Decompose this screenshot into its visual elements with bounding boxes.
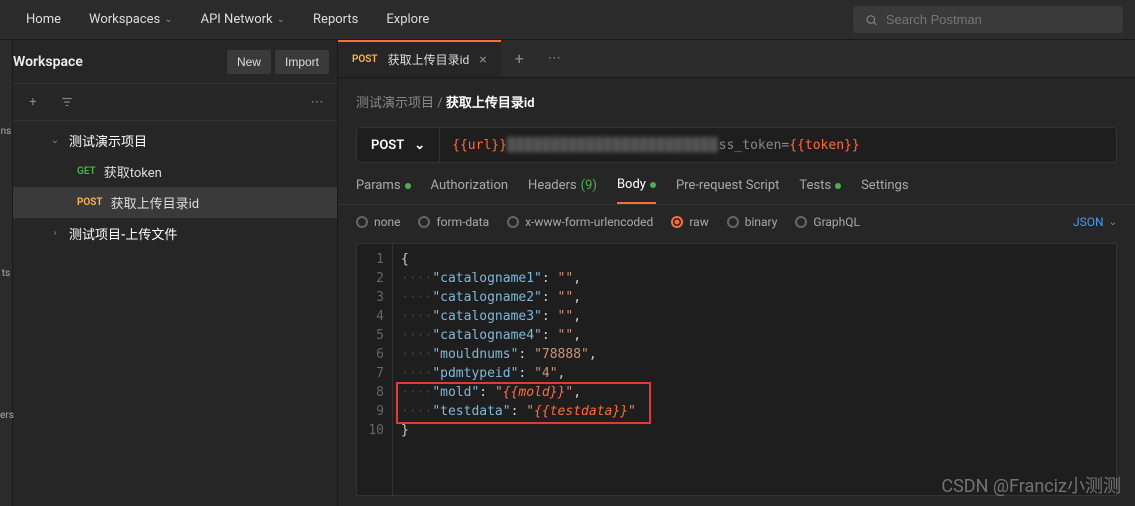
method-badge: POST xyxy=(352,54,378,65)
chevron-right-icon: › xyxy=(49,228,61,239)
tab-settings[interactable]: Settings xyxy=(861,177,908,204)
tab-tests[interactable]: Tests xyxy=(799,177,841,204)
search-input[interactable] xyxy=(886,12,1111,27)
collection-tree: ⌄ 测试演示项目 GET 获取token POST 获取上传目录id › 测试项… xyxy=(13,121,337,506)
chevron-down-icon: ⌄ xyxy=(49,135,61,146)
watermark: CSDN @Franciz小测测 xyxy=(941,472,1121,498)
request-tabs: Params Authorization Headers (9) Body Pr… xyxy=(338,163,1135,205)
search-icon xyxy=(865,13,878,27)
status-dot xyxy=(835,183,841,189)
topbar: Home Workspaces⌄ API Network⌄ Reports Ex… xyxy=(0,0,1135,40)
radio-graphql[interactable]: GraphQL xyxy=(795,215,860,229)
request-item-get[interactable]: GET 获取token xyxy=(13,156,337,187)
nav-explore[interactable]: Explore xyxy=(372,12,443,27)
left-rail: ns ts ers xyxy=(0,40,13,506)
code-editor[interactable]: 12345678910 { ····"catalogname1": "", ··… xyxy=(356,243,1117,496)
tab-headers[interactable]: Headers (9) xyxy=(528,177,597,204)
content: POST 获取上传目录id × + ⋯ 测试演示项目 / 获取上传目录id PO… xyxy=(338,40,1135,506)
radio-urlencoded[interactable]: x-www-form-urlencoded xyxy=(507,215,653,229)
nav-workspaces[interactable]: Workspaces⌄ xyxy=(75,12,187,27)
collection-folder[interactable]: › 测试项目-上传文件 xyxy=(13,218,337,249)
request-label: 获取上传目录id xyxy=(111,193,200,212)
collection-folder[interactable]: ⌄ 测试演示项目 xyxy=(13,125,337,156)
tab-label: 获取上传目录id xyxy=(388,51,470,68)
url-bar: POST ⌄ {{url}}████████████████████████ss… xyxy=(356,127,1117,163)
radio-binary[interactable]: binary xyxy=(727,215,778,229)
search-box[interactable] xyxy=(853,6,1123,33)
request-tab[interactable]: POST 获取上传目录id × xyxy=(338,40,501,77)
radio-raw[interactable]: raw xyxy=(671,215,708,229)
add-icon[interactable]: + xyxy=(21,90,45,114)
nav-reports[interactable]: Reports xyxy=(299,12,372,27)
radio-formdata[interactable]: form-data xyxy=(418,215,489,229)
status-dot xyxy=(405,183,411,189)
request-label: 获取token xyxy=(104,162,162,181)
tab-prerequest[interactable]: Pre-request Script xyxy=(676,177,779,204)
chevron-down-icon: ⌄ xyxy=(164,14,172,25)
new-button[interactable]: New xyxy=(227,50,271,74)
breadcrumb-parent[interactable]: 测试演示项目 xyxy=(356,96,434,111)
line-gutter: 12345678910 xyxy=(357,244,393,495)
method-badge: POST xyxy=(77,197,103,208)
tab-params[interactable]: Params xyxy=(356,177,411,204)
chevron-down-icon: ⌄ xyxy=(1109,217,1117,228)
close-icon[interactable]: × xyxy=(479,52,486,68)
more-icon[interactable]: ⋯ xyxy=(305,90,329,114)
nav-apinetwork[interactable]: API Network⌄ xyxy=(187,12,299,27)
folder-label: 测试演示项目 xyxy=(69,131,147,150)
sidebar: Workspace New Import + ⋯ ⌄ 测试演示项目 GET 获取… xyxy=(13,40,338,506)
folder-label: 测试项目-上传文件 xyxy=(69,224,177,243)
code-lines: { ····"catalogname1": "", ····"catalogna… xyxy=(393,244,1116,495)
tab-body[interactable]: Body xyxy=(617,177,656,204)
import-button[interactable]: Import xyxy=(275,50,329,74)
tabs-row: POST 获取上传目录id × + ⋯ xyxy=(338,40,1135,78)
status-dot xyxy=(650,182,656,188)
chevron-down-icon: ⌄ xyxy=(277,14,285,25)
method-badge: GET xyxy=(77,166,96,177)
add-tab-button[interactable]: + xyxy=(501,49,538,68)
method-select[interactable]: POST ⌄ xyxy=(357,128,440,162)
nav-home[interactable]: Home xyxy=(12,12,75,27)
request-item-post[interactable]: POST 获取上传目录id xyxy=(13,187,337,218)
filter-icon[interactable] xyxy=(55,90,79,114)
tab-authorization[interactable]: Authorization xyxy=(431,177,509,204)
workspace-title: Workspace xyxy=(13,54,223,70)
url-input[interactable]: {{url}}████████████████████████ss_token=… xyxy=(440,128,1116,162)
radio-none[interactable]: none xyxy=(356,215,400,229)
breadcrumb: 测试演示项目 / 获取上传目录id xyxy=(338,78,1135,121)
breadcrumb-current: 获取上传目录id xyxy=(446,96,535,111)
content-type-select[interactable]: JSON⌄ xyxy=(1073,215,1117,229)
body-types: none form-data x-www-form-urlencoded raw… xyxy=(338,205,1135,239)
more-tabs-icon[interactable]: ⋯ xyxy=(538,51,571,66)
chevron-down-icon: ⌄ xyxy=(414,138,425,153)
